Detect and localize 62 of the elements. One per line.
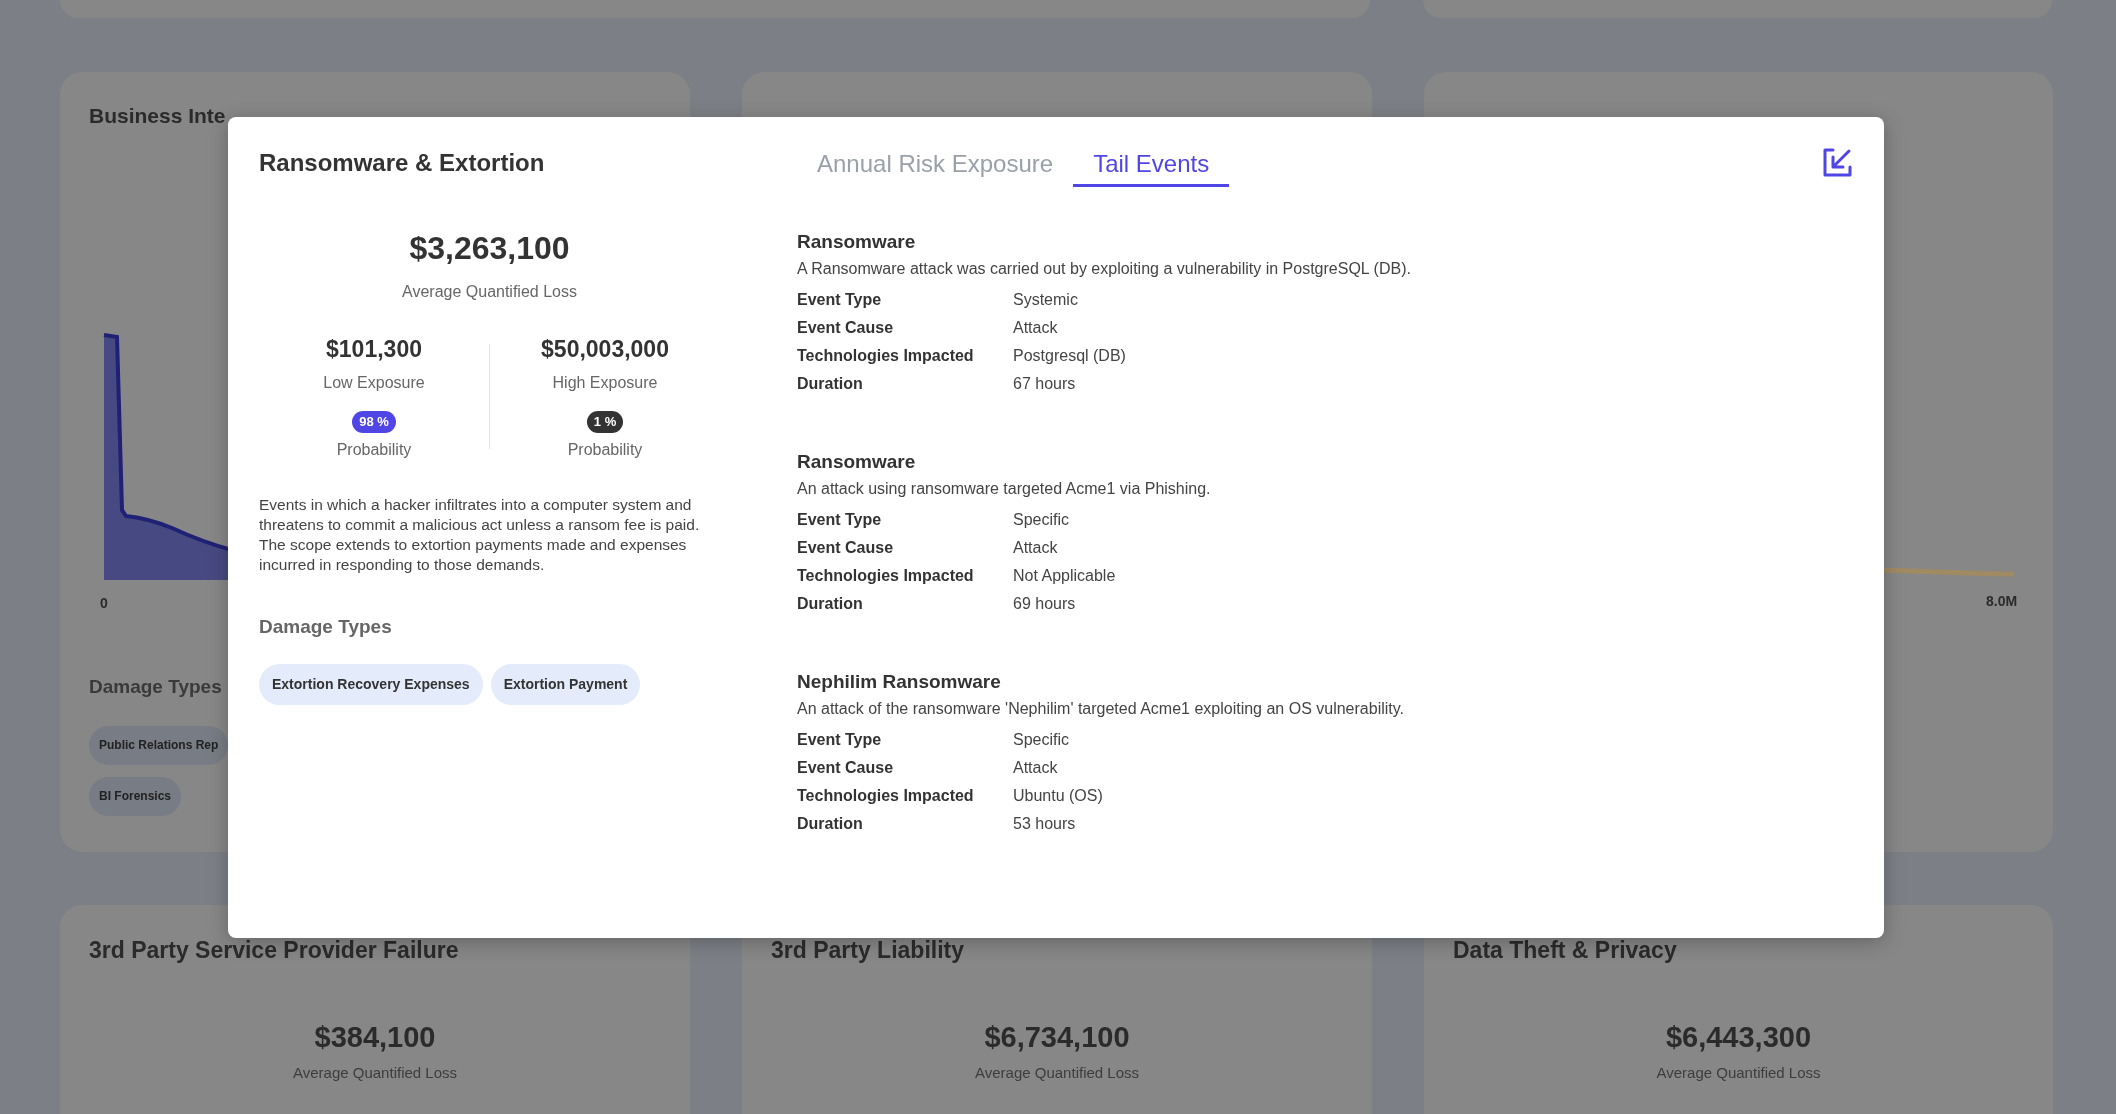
event-title: Nephilim Ransomware (797, 670, 1001, 694)
field-label: Event Type (797, 290, 882, 310)
field-value: 53 hours (1013, 814, 1076, 834)
probability-badge: 98 % (352, 411, 396, 433)
collapse-icon[interactable] (1821, 147, 1853, 179)
field-label: Event Type (797, 510, 882, 530)
description: Events in which a hacker infiltrates into a computer system and threatens to commit a malicious act unless a ransom fee is paid. The scope extends to extortion payments made and expenses incurred in responding to those demands. (259, 495, 701, 575)
probability-label: Probability (567, 440, 643, 460)
field-value: Specific (1013, 510, 1070, 530)
amount: $6,734,100 (984, 1020, 1130, 1055)
field-label: Event Cause (797, 758, 894, 778)
field-label: Event Cause (797, 318, 894, 338)
tab[interactable]: Tail Events (1073, 147, 1230, 187)
amount-caption: Average Quantified Loss (293, 1063, 457, 1083)
amount-caption: Average Quantified Loss (975, 1063, 1139, 1083)
card-title: 3rd Party Liability (771, 936, 964, 965)
event-description: A Ransomware attack was carried out by exploiting a vulnerability in PostgreSQL (DB). (797, 259, 1411, 279)
field-value: Systemic (1013, 290, 1078, 310)
card-title: 3rd Party Service Provider Failure (89, 936, 459, 965)
field-value: 69 hours (1013, 594, 1076, 614)
field-value: Attack (1013, 538, 1058, 558)
modal-title: Ransomware & Extortion (259, 148, 545, 178)
exposure-amount: $101,300 (326, 336, 422, 362)
section-title: Damage Types (89, 675, 222, 699)
section-title: Damage Types (259, 615, 392, 639)
event-title: Ransomware (797, 230, 916, 254)
exposure-amount: $50,003,000 (541, 336, 669, 362)
amount-caption: Average Quantified Loss (1656, 1063, 1821, 1083)
axis-label: 8.0M (1986, 593, 2018, 609)
exposure-label: High Exposure (552, 373, 658, 393)
damage-type-tag: Extortion Payment (490, 664, 641, 705)
field-value: Postgresql (DB) (1013, 346, 1126, 366)
event-description: An attack using ransomware targeted Acme1 via Phishing. (797, 479, 1211, 499)
field-value: Not Applicable (1013, 566, 1116, 586)
field-label: Event Cause (797, 538, 894, 558)
axis-label: 0 (100, 595, 108, 611)
average-loss-amount: $3,263,100 (409, 229, 570, 268)
field-label: Duration (797, 594, 863, 614)
field-label: Technologies Impacted (797, 566, 974, 586)
damage-type-tag: Public Relations Rep (89, 726, 229, 765)
probability-badge: 1 % (586, 411, 624, 433)
field-label: Duration (797, 374, 863, 394)
amount: $6,443,300 (1665, 1020, 1812, 1055)
field-value: 67 hours (1013, 374, 1076, 394)
field-value: Ubuntu (OS) (1013, 786, 1103, 806)
field-label: Technologies Impacted (797, 786, 974, 806)
field-label: Technologies Impacted (797, 346, 974, 366)
damage-type-tag: BI Forensics (89, 777, 182, 816)
card-title: Business Inte (89, 103, 226, 129)
event-title: Ransomware (797, 450, 916, 474)
average-loss-label: Average Quantified Loss (402, 282, 577, 302)
damage-type-tag: Extortion Recovery Expenses (259, 664, 483, 705)
field-value: Attack (1013, 318, 1058, 338)
event-description: An attack of the ransomware 'Nephilim' targeted Acme1 exploiting an OS vulnerability. (797, 699, 1404, 719)
field-label: Event Type (797, 730, 882, 750)
field-value: Attack (1013, 758, 1058, 778)
amount: $384,100 (314, 1020, 436, 1055)
field-label: Duration (797, 814, 863, 834)
field-value: Specific (1013, 730, 1070, 750)
exposure-label: Low Exposure (323, 373, 425, 393)
card-title: Data Theft & Privacy (1453, 936, 1677, 965)
probability-label: Probability (336, 440, 412, 460)
